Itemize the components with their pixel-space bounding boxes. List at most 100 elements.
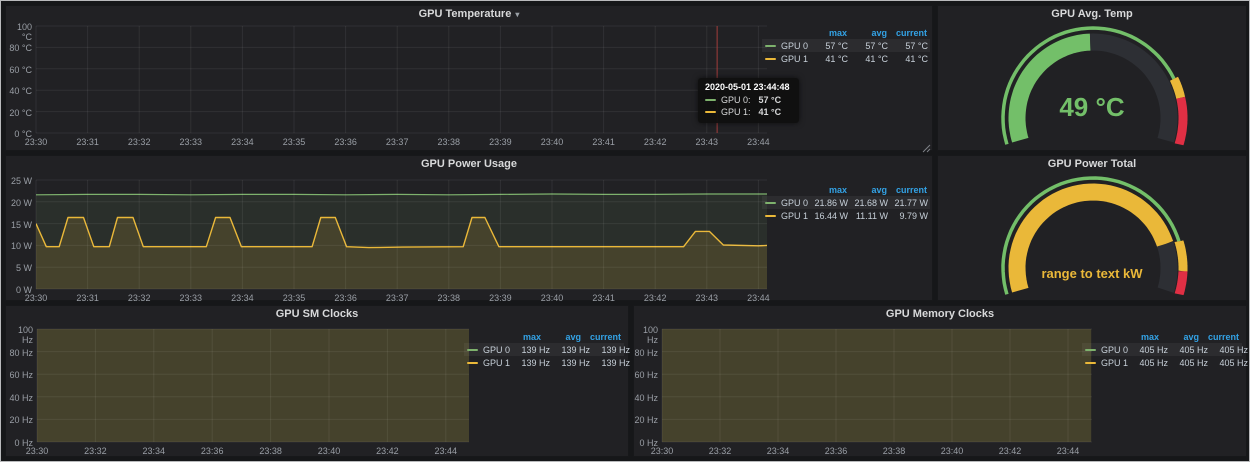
tooltip-series-value: 57 °C (759, 95, 782, 105)
panel-gpu-temperature: GPU Temperature▾ 23:3023:3123:3223:3323:… (5, 5, 933, 151)
legend-header-row: maxavgcurrent (1082, 330, 1242, 343)
y-axis-label: 0 Hz (634, 438, 658, 448)
tooltip-row: GPU 1: 41 °C (705, 106, 790, 118)
tooltip-series-name: GPU 1: (721, 107, 751, 117)
legend-row: GPU 0405 Hz405 Hz405 Hz (1082, 343, 1242, 356)
x-axis-label: 23:44 (1051, 446, 1085, 456)
panel-title-text: GPU Memory Clocks (886, 308, 994, 320)
y-axis-label: 60 Hz (6, 370, 33, 380)
x-axis-label: 23:43 (690, 293, 724, 303)
graph-tooltip: 2020-05-01 23:44:48 GPU 0: 57 °C GPU 1: … (698, 78, 799, 123)
legend-value: 139 Hz (590, 358, 630, 368)
x-axis-label: 23:44 (429, 446, 463, 456)
legend-header-max[interactable]: max (807, 28, 847, 38)
gpu-sm-clocks-chart[interactable]: 23:3023:3223:3423:3623:3823:4023:4223:44… (6, 306, 628, 456)
series-color-dash-icon (1085, 349, 1096, 351)
panel-resize-handle[interactable] (922, 140, 931, 149)
legend-series-gpu-0[interactable]: GPU 0 (467, 345, 510, 355)
legend-header-current[interactable]: current (581, 332, 621, 342)
legend-header-max[interactable]: max (807, 185, 847, 195)
series-color-dash-icon (1085, 362, 1096, 364)
x-axis-label: 23:35 (277, 293, 311, 303)
legend-value: 139 Hz (510, 345, 550, 355)
y-axis-label: 20 Hz (634, 415, 658, 425)
panel-title-gpu-power-usage[interactable]: GPU Power Usage (6, 156, 932, 173)
legend-header-avg[interactable]: avg (847, 28, 887, 38)
x-axis-label: 23:44 (741, 293, 775, 303)
panel-gpu-avg-temp: GPU Avg. Temp 49 °C (937, 5, 1247, 151)
x-axis-label: 23:41 (587, 293, 621, 303)
x-axis-label: 23:44 (741, 137, 775, 147)
x-axis-label: 23:34 (225, 293, 259, 303)
x-axis-label: 23:32 (122, 137, 156, 147)
panel-title-gpu-memory-clocks[interactable]: GPU Memory Clocks (634, 306, 1246, 323)
legend-header-avg[interactable]: avg (847, 185, 887, 195)
legend-value: 405 Hz (1168, 345, 1208, 355)
gpu-temperature-legend: maxavgcurrentGPU 057 °C57 °C57 °CGPU 141… (762, 26, 930, 65)
legend-header-max[interactable]: max (501, 332, 541, 342)
grafana-dashboard: GPU Temperature▾ 23:3023:3123:3223:3323:… (0, 0, 1250, 462)
legend-series-gpu-1[interactable]: GPU 1 (765, 211, 808, 221)
legend-series-gpu-1[interactable]: GPU 1 (467, 358, 510, 368)
legend-value: 21.86 W (808, 198, 848, 208)
x-axis-label: 23:40 (535, 137, 569, 147)
gpu-power-usage-chart[interactable]: 23:3023:3123:3223:3323:3423:3523:3623:37… (6, 156, 932, 300)
legend-header-avg[interactable]: avg (1159, 332, 1199, 342)
y-axis-label: 100 Hz (6, 325, 33, 345)
tooltip-series-value: 41 °C (759, 107, 782, 117)
legend-header-max[interactable]: max (1119, 332, 1159, 342)
legend-series-gpu-0[interactable]: GPU 0 (765, 41, 808, 51)
y-axis-label: 80 Hz (6, 348, 33, 358)
x-axis-label: 23:36 (329, 137, 363, 147)
panel-title-gpu-temperature[interactable]: GPU Temperature▾ (6, 6, 932, 23)
panel-title-gpu-avg-temp[interactable]: GPU Avg. Temp (938, 6, 1246, 23)
legend-row: GPU 021.86 W21.68 W21.77 W (762, 196, 930, 209)
legend-row: GPU 057 °C57 °C57 °C (762, 39, 930, 52)
legend-value: 405 Hz (1128, 358, 1168, 368)
x-axis-label: 23:42 (993, 446, 1027, 456)
x-axis-label: 23:38 (254, 446, 288, 456)
x-axis-label: 23:36 (819, 446, 853, 456)
legend-header-current[interactable]: current (887, 185, 927, 195)
legend-value: 139 Hz (510, 358, 550, 368)
gpu-sm-clocks-legend: maxavgcurrentGPU 0139 Hz139 Hz139 HzGPU … (464, 330, 624, 369)
legend-header-current[interactable]: current (887, 28, 927, 38)
legend-value: 405 Hz (1168, 358, 1208, 368)
x-axis-label: 23:37 (380, 293, 414, 303)
legend-value: 41 °C (888, 54, 928, 64)
y-axis-label: 20 °C (6, 108, 32, 118)
x-axis-label: 23:32 (78, 446, 112, 456)
panel-title-text: GPU SM Clocks (276, 308, 359, 320)
legend-value: 41 °C (808, 54, 848, 64)
x-axis-label: 23:38 (432, 137, 466, 147)
legend-series-gpu-1[interactable]: GPU 1 (765, 54, 808, 64)
legend-header-current[interactable]: current (1199, 332, 1239, 342)
y-axis-label: 15 W (6, 220, 32, 230)
legend-value: 139 Hz (550, 358, 590, 368)
legend-value: 57 °C (888, 41, 928, 51)
legend-value: 405 Hz (1208, 345, 1248, 355)
x-axis-label: 23:42 (370, 446, 404, 456)
series-color-dash-icon (765, 215, 776, 217)
gpu-memory-clocks-chart[interactable]: 23:3023:3223:3423:3623:3823:4023:4223:44… (634, 306, 1246, 456)
panel-title-gpu-power-total[interactable]: GPU Power Total (938, 156, 1246, 173)
x-axis-label: 23:31 (71, 293, 105, 303)
y-axis-label: 20 W (6, 198, 32, 208)
y-axis-label: 40 °C (6, 86, 32, 96)
panel-title-gpu-sm-clocks[interactable]: GPU SM Clocks (6, 306, 628, 323)
y-axis-label: 100 °C (6, 22, 32, 42)
legend-value: 21.77 W (888, 198, 928, 208)
legend-series-gpu-0[interactable]: GPU 0 (1085, 345, 1128, 355)
legend-value: 9.79 W (888, 211, 928, 221)
legend-value: 11.11 W (848, 211, 888, 221)
gpu-memory-clocks-legend: maxavgcurrentGPU 0405 Hz405 Hz405 HzGPU … (1082, 330, 1242, 369)
x-axis-label: 23:34 (761, 446, 795, 456)
legend-header-avg[interactable]: avg (541, 332, 581, 342)
legend-series-gpu-0[interactable]: GPU 0 (765, 198, 808, 208)
chevron-down-icon: ▾ (515, 10, 519, 19)
gpu-avg-temp-gauge (938, 6, 1246, 150)
legend-series-gpu-1[interactable]: GPU 1 (1085, 358, 1128, 368)
x-axis-label: 23:33 (174, 293, 208, 303)
x-axis-label: 23:32 (122, 293, 156, 303)
gauge-value: range to text kW (938, 266, 1246, 281)
